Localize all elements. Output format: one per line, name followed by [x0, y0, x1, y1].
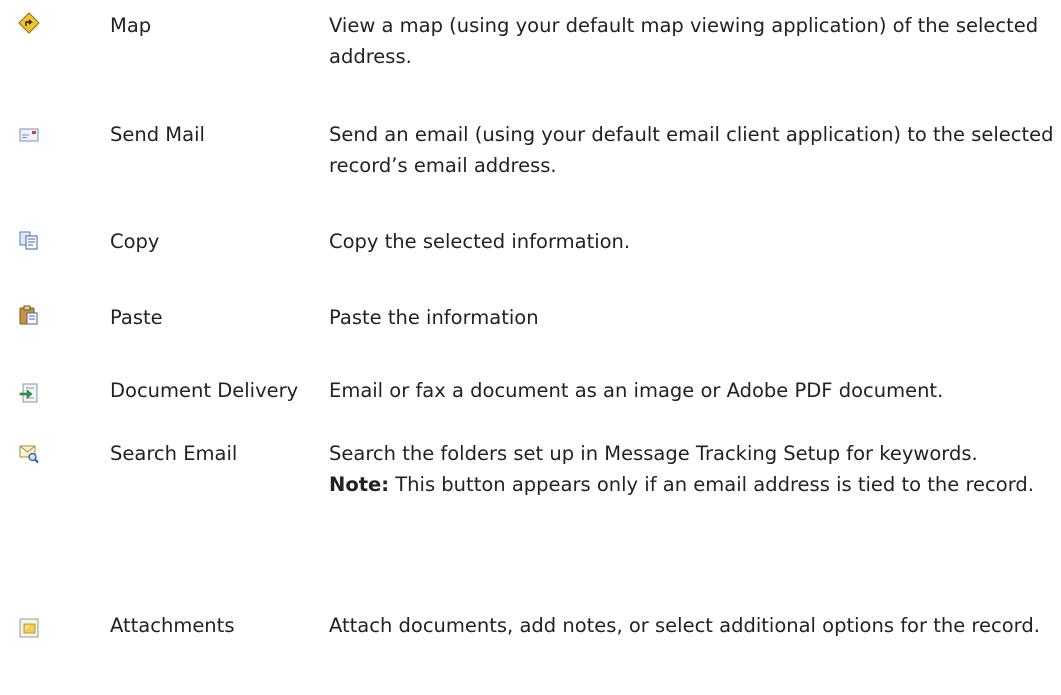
item-name: Map	[110, 14, 152, 37]
item-description: Search the folders set up in Message Tra…	[329, 438, 1061, 500]
item-description: Attach documents, add notes, or select a…	[329, 614, 1040, 637]
item-name: Paste	[110, 306, 163, 329]
attachments-icon	[18, 617, 40, 639]
item-name: Copy	[110, 230, 160, 253]
item-name: Document Delivery	[110, 379, 299, 402]
note-text: This button appears only if an email add…	[389, 473, 1034, 496]
item-description: Send an email (using your default email …	[329, 123, 1054, 177]
paste-clipboard-icon	[18, 304, 40, 326]
envelope-icon	[18, 124, 40, 146]
item-description: View a map (using your default map viewi…	[329, 14, 1039, 68]
map-diamond-icon	[18, 12, 40, 34]
search-email-icon	[18, 442, 40, 464]
item-description: Email or fax a document as an image or A…	[329, 379, 944, 402]
item-description-text: Search the folders set up in Message Tra…	[329, 442, 978, 465]
item-name: Send Mail	[110, 123, 205, 146]
item-name: Search Email	[110, 442, 238, 465]
note-label: Note:	[329, 473, 390, 496]
copy-icon	[18, 229, 40, 251]
item-note: Note: This button appears only if an ema…	[329, 469, 1061, 500]
item-description: Copy the selected information.	[329, 230, 631, 253]
item-description: Paste the information	[329, 306, 539, 329]
document-delivery-icon	[18, 382, 40, 404]
item-name: Attachments	[110, 614, 235, 637]
